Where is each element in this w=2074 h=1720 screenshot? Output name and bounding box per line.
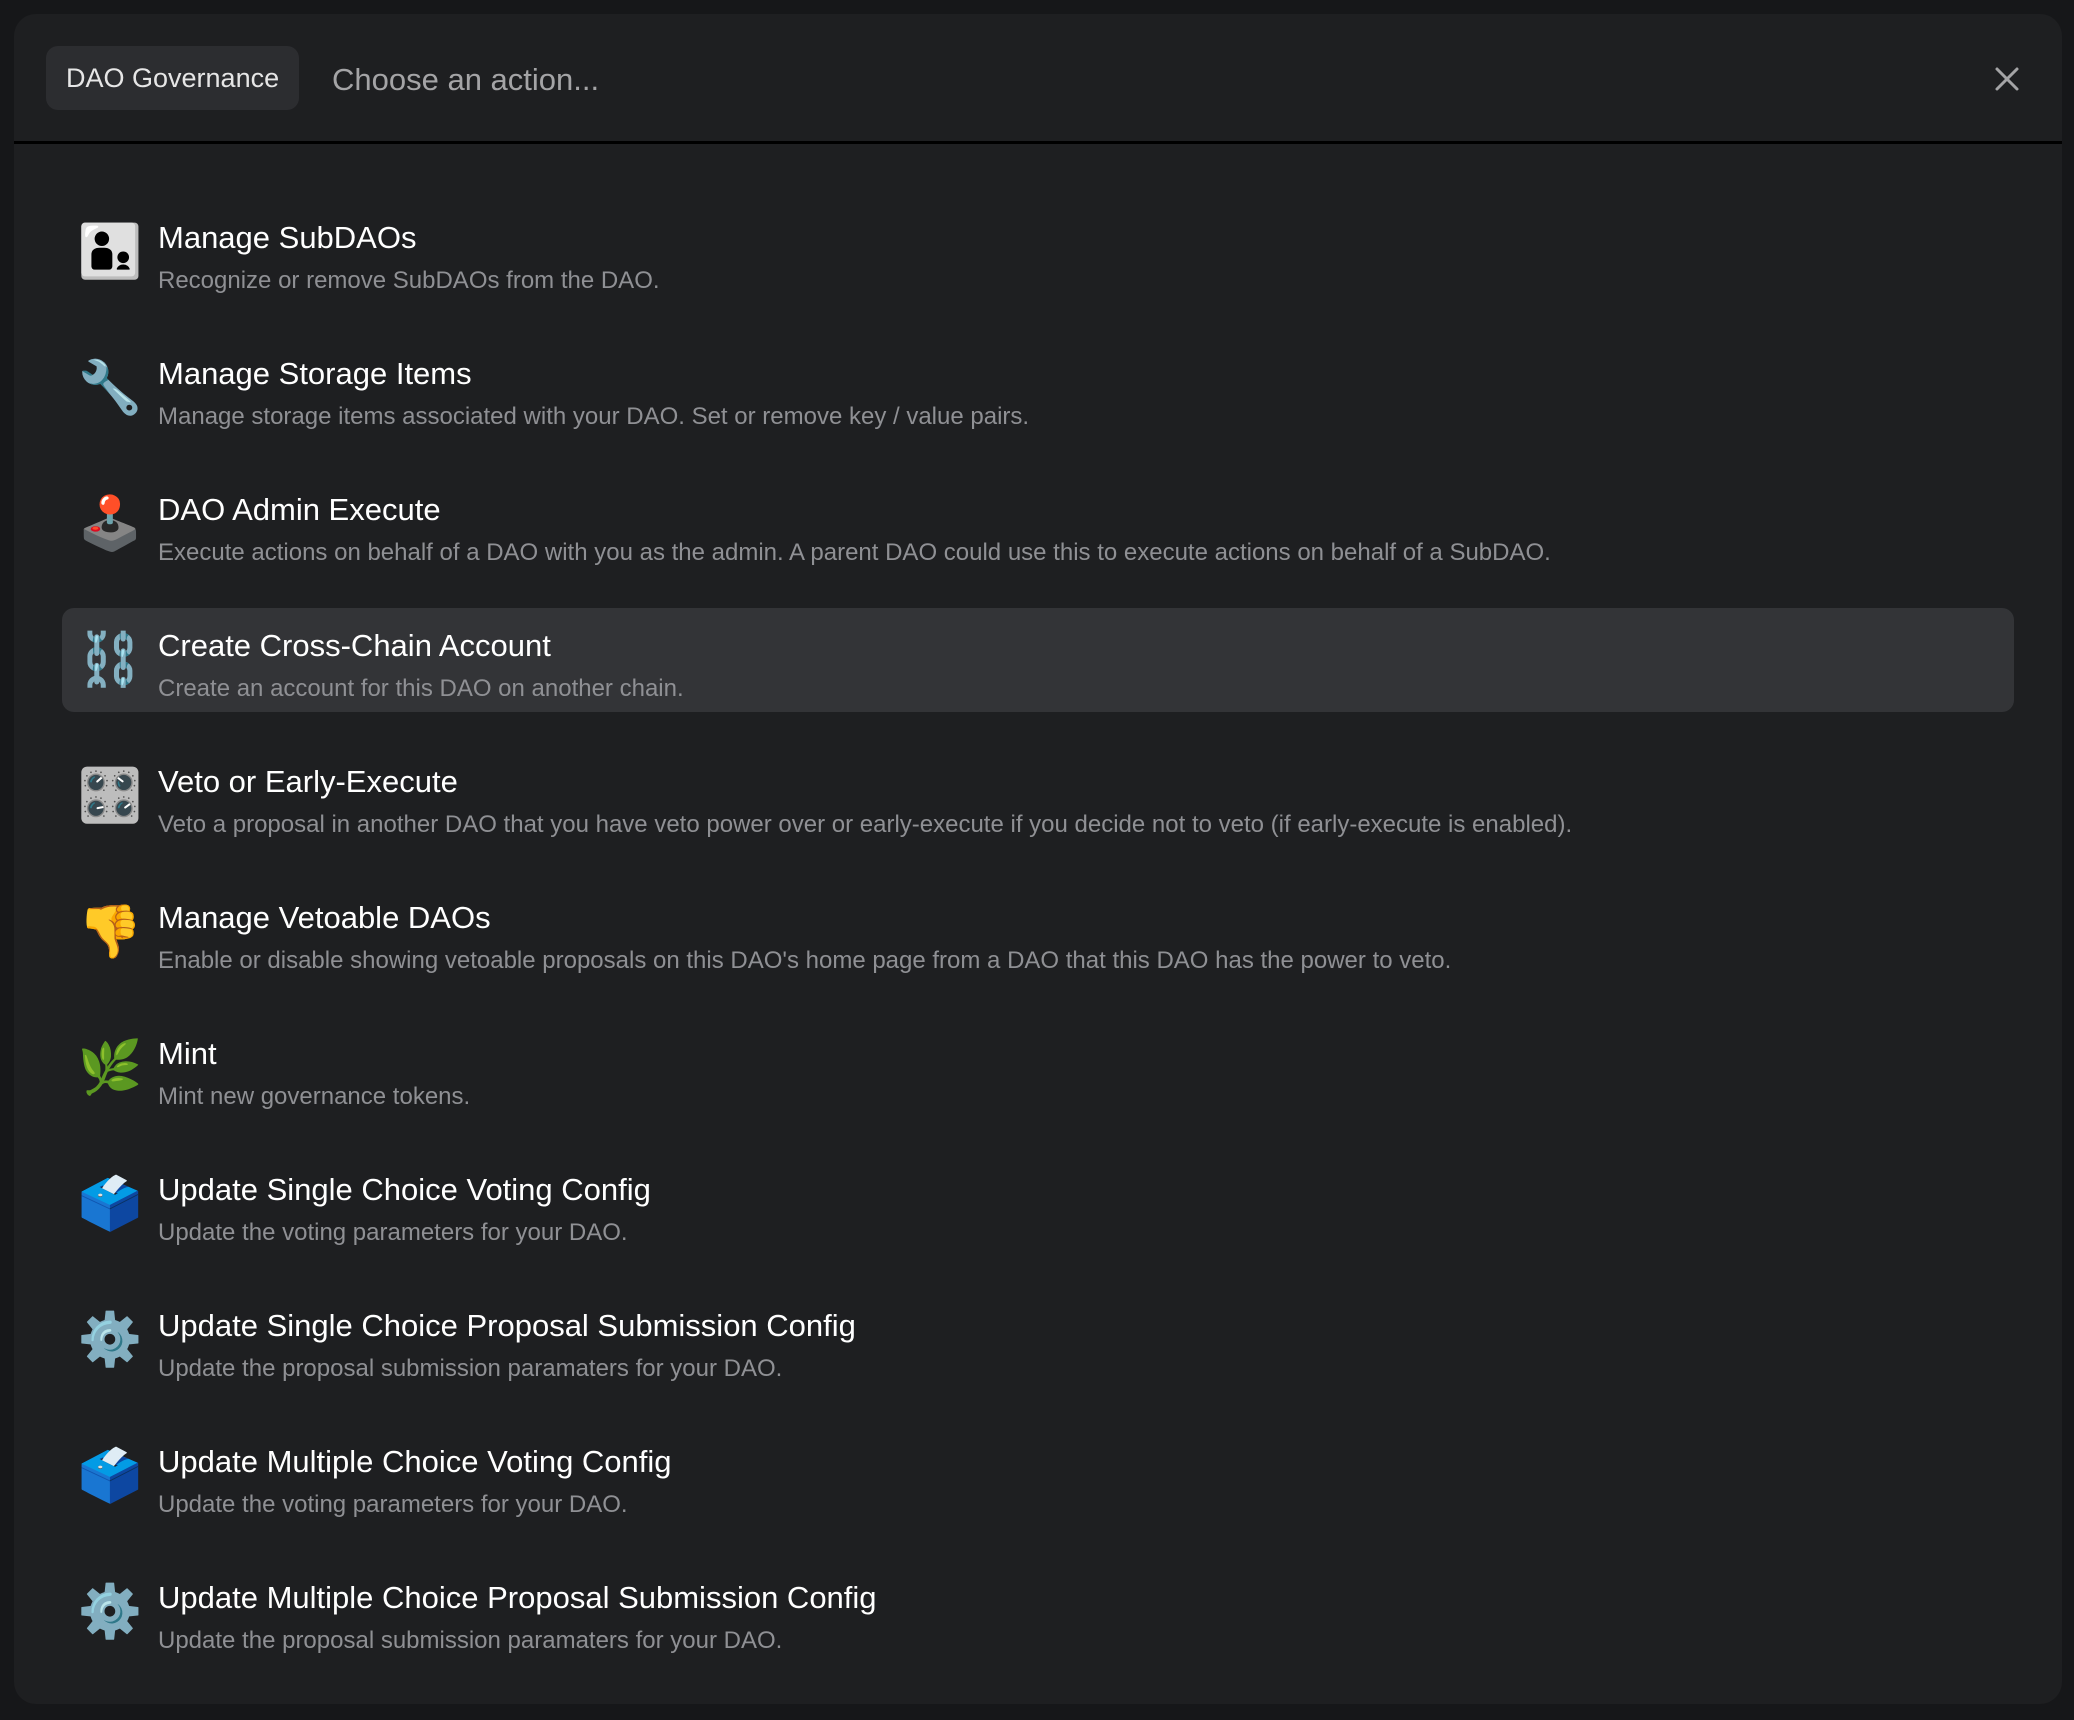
- ballot-box-icon: 🗳️: [77, 1174, 143, 1234]
- action-item-mint[interactable]: 🌿 Mint Mint new governance tokens.: [62, 1016, 2014, 1120]
- action-item-update-multiple-choice-voting-config[interactable]: 🗳️ Update Multiple Choice Voting Config …: [62, 1424, 2014, 1528]
- action-description: Update the voting parameters for your DA…: [158, 1219, 628, 1246]
- action-item-veto-or-early-execute[interactable]: 🎛️ Veto or Early-Execute Veto a proposal…: [62, 744, 2014, 848]
- action-item-dao-admin-execute[interactable]: 🕹️ DAO Admin Execute Execute actions on …: [62, 472, 2014, 576]
- gear-icon: ⚙️: [77, 1310, 143, 1370]
- action-title: Update Multiple Choice Proposal Submissi…: [158, 1580, 877, 1615]
- control-knobs-icon: 🎛️: [77, 766, 143, 826]
- action-description: Veto a proposal in another DAO that you …: [158, 811, 1573, 838]
- action-title: Manage Storage Items: [158, 356, 472, 391]
- category-chip[interactable]: DAO Governance: [46, 46, 300, 110]
- action-description: Create an account for this DAO on anothe…: [158, 675, 684, 702]
- action-item-manage-vetoable-daos[interactable]: 👎 Manage Vetoable DAOs Enable or disable…: [62, 880, 2014, 984]
- action-item-update-multiple-choice-proposal-submission-config[interactable]: ⚙️ Update Multiple Choice Proposal Submi…: [62, 1560, 2014, 1664]
- action-description: Update the proposal submission paramater…: [158, 1355, 783, 1382]
- action-item-manage-subdaos[interactable]: 👨‍👦 Manage SubDAOs Recognize or remove S…: [62, 200, 2014, 304]
- action-title: Create Cross-Chain Account: [158, 628, 551, 663]
- action-description: Enable or disable showing vetoable propo…: [158, 947, 1452, 974]
- action-list: 👨‍👦 Manage SubDAOs Recognize or remove S…: [62, 200, 2014, 1696]
- action-picker-modal: DAO Governance 👨‍👦 Manage SubDAOs Recogn…: [14, 14, 2062, 1704]
- herb-icon: 🌿: [77, 1038, 143, 1098]
- action-title: DAO Admin Execute: [158, 492, 441, 527]
- wrench-icon: 🔧: [77, 358, 143, 418]
- action-title: Veto or Early-Execute: [158, 764, 458, 799]
- thumbs-down-icon: 👎: [77, 902, 143, 962]
- action-description: Update the proposal submission paramater…: [158, 1627, 783, 1654]
- action-title: Manage SubDAOs: [158, 220, 417, 255]
- action-description: Mint new governance tokens.: [158, 1083, 471, 1110]
- man-and-boy-icon: 👨‍👦: [77, 222, 143, 282]
- action-description: Recognize or remove SubDAOs from the DAO…: [158, 267, 660, 294]
- close-button[interactable]: [1992, 64, 2022, 94]
- gear-icon: ⚙️: [77, 1582, 143, 1642]
- modal-header: DAO Governance: [14, 14, 2062, 144]
- ballot-box-icon: 🗳️: [77, 1446, 143, 1506]
- action-title: Update Single Choice Voting Config: [158, 1172, 651, 1207]
- action-item-manage-storage-items[interactable]: 🔧 Manage Storage Items Manage storage it…: [62, 336, 2014, 440]
- action-item-create-cross-chain-account[interactable]: ⛓️ Create Cross-Chain Account Create an …: [62, 608, 2014, 712]
- action-item-update-single-choice-voting-config[interactable]: 🗳️ Update Single Choice Voting Config Up…: [62, 1152, 2014, 1256]
- action-description: Update the voting parameters for your DA…: [158, 1491, 628, 1518]
- action-description: Execute actions on behalf of a DAO with …: [158, 539, 1551, 566]
- action-title: Mint: [158, 1036, 217, 1071]
- action-item-update-single-choice-proposal-submission-config[interactable]: ⚙️ Update Single Choice Proposal Submiss…: [62, 1288, 2014, 1392]
- action-title: Update Single Choice Proposal Submission…: [158, 1308, 856, 1343]
- action-title: Manage Vetoable DAOs: [158, 900, 491, 935]
- chains-icon: ⛓️: [77, 630, 143, 690]
- action-description: Manage storage items associated with you…: [158, 403, 1030, 430]
- joystick-icon: 🕹️: [77, 494, 143, 554]
- close-icon: [1995, 67, 2019, 91]
- action-search-input[interactable]: [330, 52, 1834, 108]
- action-title: Update Multiple Choice Voting Config: [158, 1444, 672, 1479]
